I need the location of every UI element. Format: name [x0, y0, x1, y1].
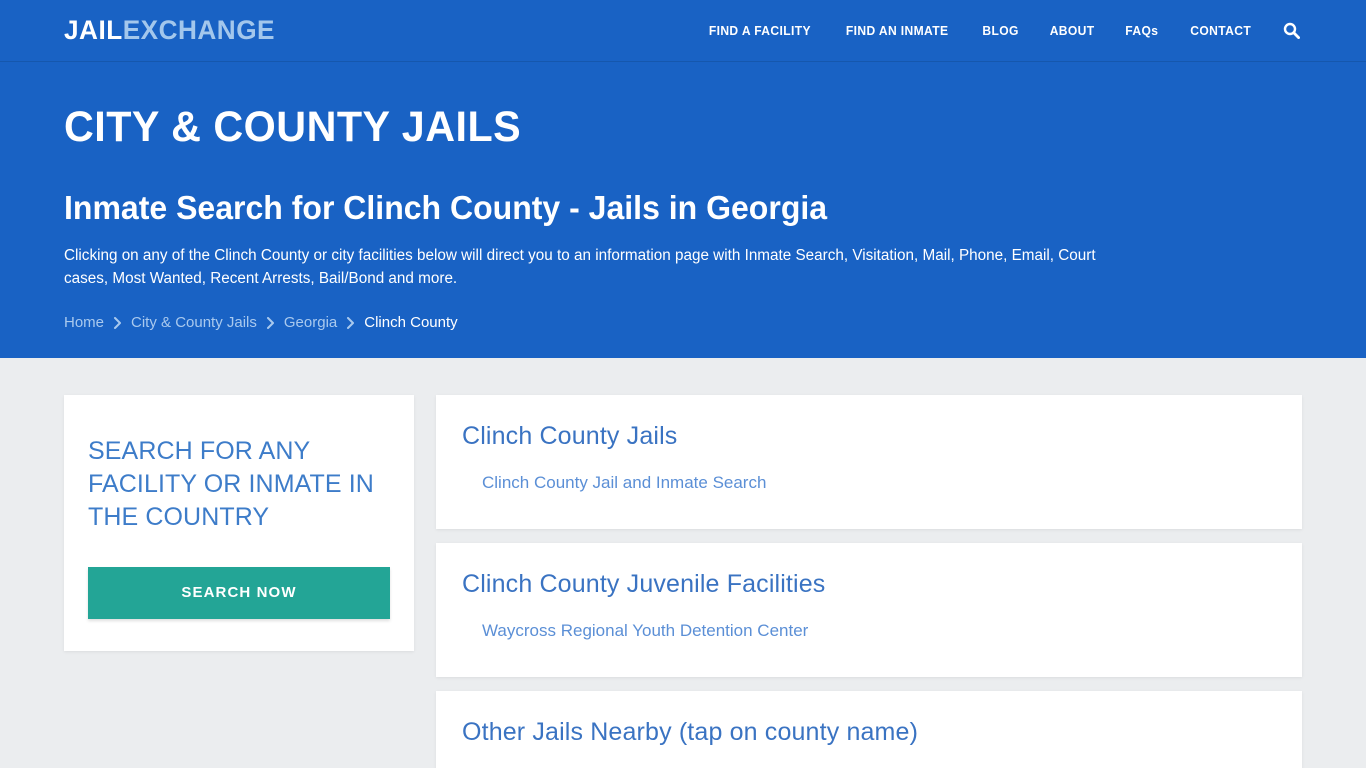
facility-link-clinch-county-jail[interactable]: Clinch County Jail and Inmate Search: [482, 473, 766, 492]
page-title: CITY & COUNTY JAILS: [64, 103, 522, 151]
list-item: Waycross Regional Youth Detention Center: [482, 621, 1276, 641]
breadcrumb-item-city-county-jails[interactable]: City & County Jails: [131, 314, 257, 331]
nav-faqs[interactable]: FAQs: [1112, 23, 1171, 38]
breadcrumb-item-georgia[interactable]: Georgia: [284, 314, 337, 331]
page-description: Clicking on any of the Clinch County or …: [64, 247, 1096, 287]
nav-about[interactable]: ABOUT: [1036, 23, 1107, 38]
facility-card-nearby: Other Jails Nearby (tap on county name): [436, 691, 1302, 768]
chevron-right-icon: [346, 316, 355, 329]
chevron-right-icon: [113, 316, 122, 329]
main-column: Clinch County Jails Clinch County Jail a…: [436, 395, 1302, 768]
search-promo-heading: SEARCH FOR ANY FACILITY OR INMATE IN THE…: [88, 437, 374, 531]
card-heading-jails: Clinch County Jails: [462, 422, 678, 450]
card-heading-nearby: Other Jails Nearby (tap on county name): [462, 718, 919, 746]
site-logo[interactable]: JAILEXCHANGE: [64, 17, 275, 44]
site-header: JAILEXCHANGE FIND A FACILITY FIND AN INM…: [0, 0, 1366, 62]
nav-find-a-facility[interactable]: FIND A FACILITY: [695, 23, 823, 38]
page-body: SEARCH FOR ANY FACILITY OR INMATE IN THE…: [0, 358, 1366, 768]
hero-inner: CITY & COUNTY JAILS Inmate Search for Cl…: [64, 62, 1302, 331]
logo-text-exchange: EXCHANGE: [122, 15, 276, 45]
chevron-right-icon: [266, 316, 275, 329]
facility-card-juvenile: Clinch County Juvenile Facilities Waycro…: [436, 543, 1302, 677]
search-now-button[interactable]: SEARCH NOW: [88, 567, 390, 619]
page-subtitle: Inmate Search for Clinch County - Jails …: [64, 189, 828, 227]
logo-text-jail: JAIL: [64, 15, 123, 45]
breadcrumb: Home City & County Jails Georgia Clinch …: [64, 290, 1302, 331]
breadcrumb-item-home[interactable]: Home: [64, 314, 104, 331]
breadcrumb-item-current: Clinch County: [364, 314, 458, 332]
facility-card-jails: Clinch County Jails Clinch County Jail a…: [436, 395, 1302, 529]
nav-contact[interactable]: CONTACT: [1177, 23, 1264, 38]
search-icon[interactable]: [1267, 22, 1302, 39]
content-wrapper: SEARCH FOR ANY FACILITY OR INMATE IN THE…: [64, 358, 1302, 768]
facility-link-waycross-rydc[interactable]: Waycross Regional Youth Detention Center: [482, 621, 808, 640]
facility-link-list: Waycross Regional Youth Detention Center: [462, 599, 1276, 641]
main-navigation: FIND A FACILITY FIND AN INMATE BLOG ABOU…: [691, 22, 1302, 39]
facility-link-list: Clinch County Jail and Inmate Search: [462, 451, 1276, 493]
nav-blog[interactable]: BLOG: [969, 23, 1031, 38]
hero-banner: CITY & COUNTY JAILS Inmate Search for Cl…: [0, 62, 1366, 358]
sidebar: SEARCH FOR ANY FACILITY OR INMATE IN THE…: [64, 395, 414, 651]
nav-find-an-inmate[interactable]: FIND AN INMATE: [833, 23, 962, 38]
list-item: Clinch County Jail and Inmate Search: [482, 473, 1276, 493]
card-heading-juvenile: Clinch County Juvenile Facilities: [462, 570, 826, 598]
header-inner: JAILEXCHANGE FIND A FACILITY FIND AN INM…: [64, 17, 1302, 44]
search-promo-card: SEARCH FOR ANY FACILITY OR INMATE IN THE…: [64, 395, 414, 651]
